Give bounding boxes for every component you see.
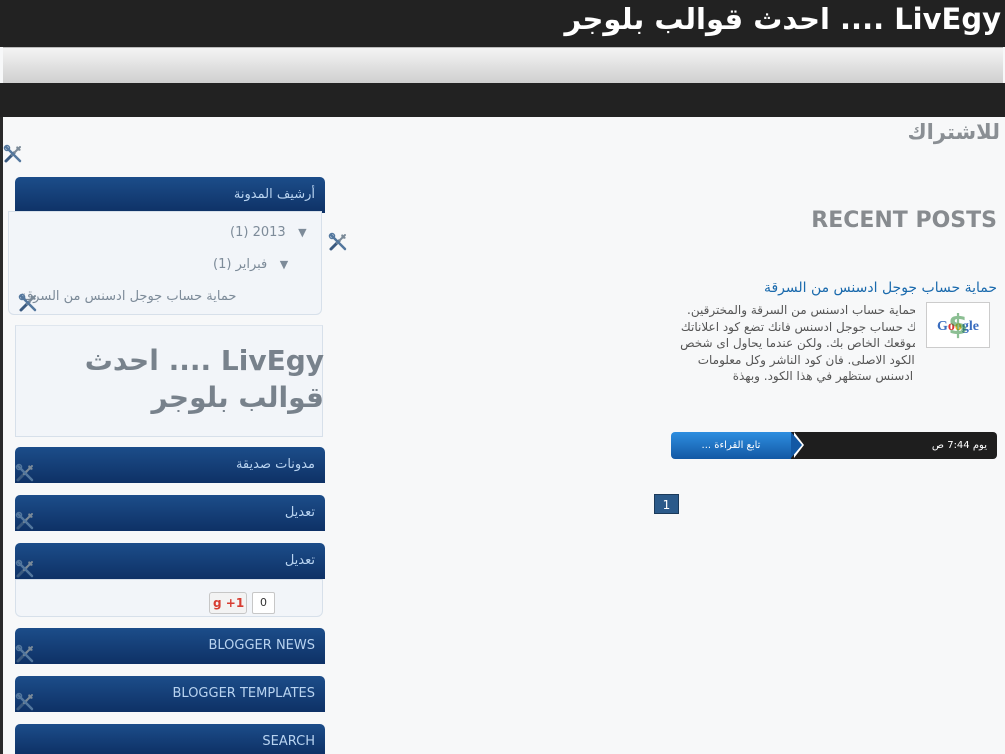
edit-widget-title: تعديل xyxy=(284,505,315,520)
archive-month-tri[interactable]: ▼ xyxy=(280,258,288,271)
google-plus-count: 0 xyxy=(252,592,275,614)
nav-bar xyxy=(3,47,1003,84)
archive-year-label[interactable]: 2013 (1) xyxy=(230,225,286,240)
subscribe-title: للاشتراك xyxy=(907,120,1000,144)
edit-widget-icon[interactable] xyxy=(18,293,38,313)
google-plus-one-button[interactable]: g +1 xyxy=(209,592,247,614)
read-more-button[interactable]: تابع القراءة ... xyxy=(671,432,791,459)
edit-widget-icon[interactable] xyxy=(15,463,35,483)
post-time: يوم 7:44 ص xyxy=(785,432,997,459)
archive-month[interactable]: ▼ فبراير (1) xyxy=(213,257,288,272)
post-title-link[interactable]: حماية حساب جوجل ادسنس من السرقة xyxy=(764,280,997,296)
blogger-news-title: BLOGGER NEWS xyxy=(208,638,315,653)
edit-widget-icon[interactable] xyxy=(15,559,35,579)
site-title[interactable]: LivEgy .... احدث قوالب بلوجر xyxy=(564,2,1001,36)
friends-widget-title: مدونات صديقة xyxy=(235,457,315,472)
pagination-current[interactable]: 1 xyxy=(654,494,679,514)
edit-widget-icon[interactable] xyxy=(3,144,23,164)
edit-widget-title: تعديل xyxy=(284,553,315,568)
search-widget-title: SEARCH xyxy=(262,734,315,749)
blogger-templates-widget-header: BLOGGER TEMPLATES xyxy=(15,676,325,712)
gplus-widget-body xyxy=(15,579,323,617)
recent-posts-title: RECENT POSTS xyxy=(811,208,997,233)
svg-text:$: $ xyxy=(948,308,967,341)
google-plus-label: +1 xyxy=(225,596,245,610)
menu-bar xyxy=(0,83,1005,117)
edit-widget-icon[interactable] xyxy=(15,692,35,712)
archive-year[interactable]: ▼ 2013 (1) xyxy=(230,225,307,240)
archive-post-link[interactable]: حماية حساب جوجل ادسنس من السرقة xyxy=(20,289,236,304)
archive-year-tri[interactable]: ▼ xyxy=(298,226,306,239)
archive-month-label[interactable]: فبراير (1) xyxy=(213,257,267,272)
edit-widget-icon[interactable] xyxy=(15,511,35,531)
edit-widget-icon[interactable] xyxy=(15,644,35,664)
google-plus-icon: g xyxy=(213,596,222,610)
search-widget-header: SEARCH xyxy=(15,724,325,754)
edit-widget-header: تعديل xyxy=(15,495,325,531)
header-widget-title[interactable]: LivEgy .... احدث قوالب بلوجر xyxy=(18,342,324,416)
friends-widget-header: مدونات صديقة xyxy=(15,447,325,483)
post-snippet-text: سنرى طريقة لحماية حساب ادسنس من السرقة و… xyxy=(680,303,915,383)
edit-widget-header: تعديل xyxy=(15,543,325,579)
archive-widget-header: أرشيف المدونة xyxy=(15,177,325,213)
page-border xyxy=(0,117,3,754)
read-more-arrow-icon xyxy=(791,432,802,458)
archive-widget-title: أرشيف المدونة xyxy=(233,187,315,202)
site-header: LivEgy .... احدث قوالب بلوجر xyxy=(0,0,1005,47)
google-logo-icon: Google $ xyxy=(937,308,979,341)
post-thumbnail[interactable]: Google $ xyxy=(926,302,990,348)
blogger-news-widget-header: BLOGGER NEWS xyxy=(15,628,325,664)
post-footer: يوم 7:44 ص تابع القراءة ... xyxy=(671,432,997,459)
post-snippet: سنرى طريقة لحماية حساب ادسنس من السرقة و… xyxy=(675,302,915,428)
edit-widget-icon[interactable] xyxy=(328,232,348,252)
blogger-templates-title: BLOGGER TEMPLATES xyxy=(172,686,316,701)
